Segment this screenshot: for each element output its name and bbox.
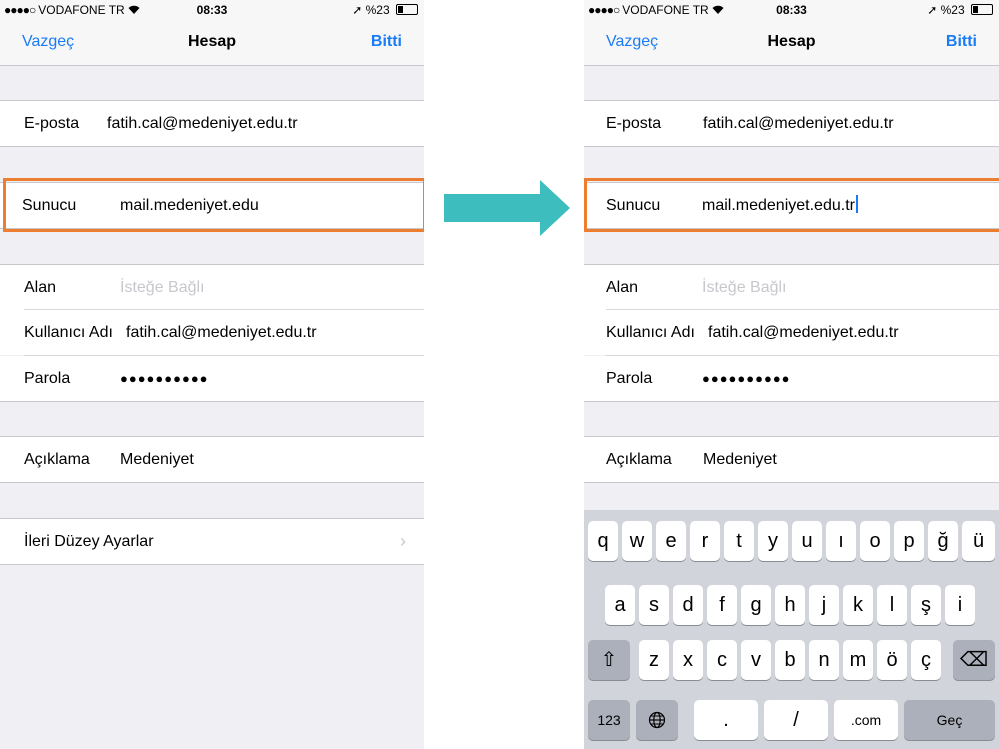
key-i[interactable]: i [945,585,975,625]
password-value: ●●●●●●●●●● [702,371,791,386]
description-label: Açıklama [24,451,90,468]
backspace-key[interactable]: ⌫ [953,640,995,680]
dot-key[interactable]: . [694,700,758,740]
domain-placeholder: İsteğe Bağlı [120,279,205,296]
username-label: Kullanıcı Adı [24,324,113,341]
key-c-cedilla[interactable]: ç [911,640,941,680]
status-bar: ●●●●○ VODAFONE TR 08:33 ➚ %23 [0,0,424,20]
username-value: fatih.cal@medeniyet.edu.tr [708,324,899,341]
key-e[interactable]: e [656,521,686,561]
key-f[interactable]: f [707,585,737,625]
email-label: E-posta [606,115,662,132]
password-label: Parola [606,370,653,387]
key-g[interactable]: g [741,585,771,625]
keyboard: q w e r t y u ı o p ğ ü a s d f g h j k … [584,510,999,749]
battery-info: ➚ %23 [352,3,418,17]
key-t[interactable]: t [724,521,754,561]
email-field[interactable]: E-posta fatih.cal@medeniyet.edu.tr [0,101,424,146]
battery-icon [396,4,418,15]
advanced-settings-row[interactable]: İleri Düzey Ayarlar › [0,519,424,564]
domain-field[interactable]: Alan İsteğe Bağlı [584,265,999,310]
phone-screen-before: ●●●●○ VODAFONE TR 08:33 ➚ %23 Vazgeç Hesa… [0,0,424,749]
key-k[interactable]: k [843,585,873,625]
location-icon: ➚ [927,3,938,17]
phone-screen-after: ●●●●○ VODAFONE TR 08:33 ➚ %23 Vazgeç Hesa… [584,0,999,749]
key-l[interactable]: l [877,585,907,625]
key-c[interactable]: c [707,640,737,680]
key-u-umlaut[interactable]: ü [962,521,995,561]
username-label: Kullanıcı Adı [606,324,695,341]
email-field[interactable]: E-posta fatih.cal@medeniyet.edu.tr [584,101,999,146]
key-v[interactable]: v [741,640,771,680]
key-s-cedilla[interactable]: ş [911,585,941,625]
password-label: Parola [24,370,71,387]
shift-key[interactable]: ⇧ [588,640,630,680]
username-value: fatih.cal@medeniyet.edu.tr [126,324,317,341]
right-arrow-icon [444,180,570,236]
key-s[interactable]: s [639,585,669,625]
battery-icon [971,4,993,15]
description-field[interactable]: Açıklama Medeniyet [0,437,424,482]
globe-icon [648,711,666,729]
numbers-key[interactable]: 123 [588,700,630,740]
password-field[interactable]: Parola ●●●●●●●●●● [584,356,999,401]
page-title: Hesap [767,33,816,50]
done-button[interactable]: Bitti [371,33,402,51]
username-field[interactable]: Kullanıcı Adı fatih.cal@medeniyet.edu.tr [0,310,424,355]
battery-percent: %23 [365,3,390,17]
location-icon: ➚ [352,3,363,17]
key-g-breve[interactable]: ğ [928,521,958,561]
domain-label: Alan [606,279,639,296]
server-highlight-box [3,178,424,232]
battery-percent: %23 [940,3,965,17]
domain-placeholder: İsteğe Bağlı [702,279,787,296]
go-key[interactable]: Geç [904,700,995,740]
key-d[interactable]: d [673,585,703,625]
page-title: Hesap [187,33,237,50]
email-value: fatih.cal@medeniyet.edu.tr [703,115,894,132]
key-a[interactable]: a [605,585,635,625]
key-r[interactable]: r [690,521,720,561]
domain-field[interactable]: Alan İsteğe Bağlı [0,265,424,310]
key-o[interactable]: o [860,521,890,561]
key-j[interactable]: j [809,585,839,625]
status-bar: ●●●●○ VODAFONE TR 08:33 ➚ %23 [584,0,999,20]
key-w[interactable]: w [622,521,652,561]
dotcom-key[interactable]: .com [834,700,898,740]
key-h[interactable]: h [775,585,805,625]
globe-key[interactable] [636,700,678,740]
advanced-settings-label: İleri Düzey Ayarlar [24,533,154,550]
key-x[interactable]: x [673,640,703,680]
description-label: Açıklama [606,451,672,468]
key-q[interactable]: q [588,521,618,561]
key-dotless-i[interactable]: ı [826,521,856,561]
navigation-bar: Vazgeç Hesap Bitti [0,20,424,66]
key-u[interactable]: u [792,521,822,561]
done-button[interactable]: Bitti [946,33,977,51]
key-o-umlaut[interactable]: ö [877,640,907,680]
key-b[interactable]: b [775,640,805,680]
description-value: Medeniyet [703,451,777,468]
navigation-bar: Vazgeç Hesap Bitti [584,20,999,66]
description-field[interactable]: Açıklama Medeniyet [584,437,999,482]
key-p[interactable]: p [894,521,924,561]
key-n[interactable]: n [809,640,839,680]
password-value: ●●●●●●●●●● [120,371,209,386]
email-value: fatih.cal@medeniyet.edu.tr [107,115,298,132]
description-value: Medeniyet [120,451,194,468]
slash-key[interactable]: / [764,700,828,740]
server-highlight-box [584,178,999,232]
password-field[interactable]: Parola ●●●●●●●●●● [0,356,424,401]
email-label: E-posta [24,115,80,132]
chevron-right-icon: › [400,531,406,551]
key-m[interactable]: m [843,640,873,680]
username-field[interactable]: Kullanıcı Adı fatih.cal@medeniyet.edu.tr [584,310,999,355]
domain-label: Alan [24,279,57,296]
key-y[interactable]: y [758,521,788,561]
battery-info: ➚ %23 [927,3,993,17]
key-z[interactable]: z [639,640,669,680]
